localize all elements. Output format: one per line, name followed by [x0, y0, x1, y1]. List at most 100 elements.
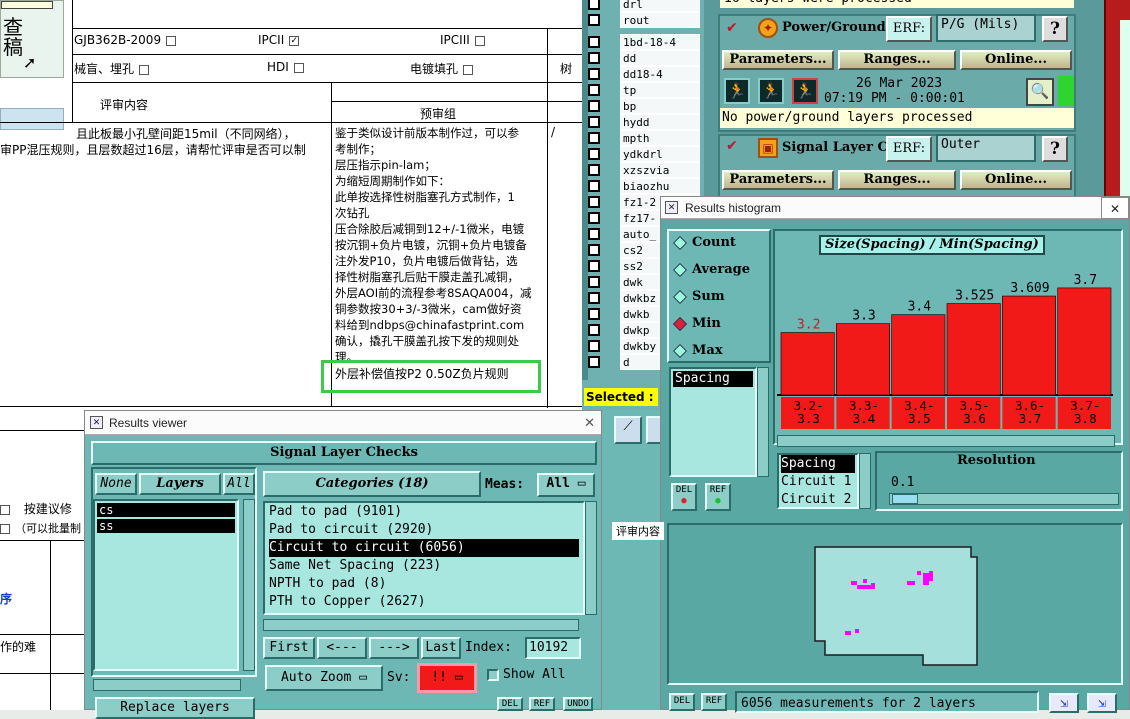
- layer-row[interactable]: mpth: [582, 130, 704, 146]
- layer-toggle[interactable]: [588, 324, 600, 336]
- del-button[interactable]: DEL: [497, 697, 523, 711]
- layer-name[interactable]: ydkdrl: [620, 146, 700, 162]
- layer-name[interactable]: dd18-4: [620, 66, 700, 82]
- categories-listbox[interactable]: Pad to pad (9101) Pad to circuit (2920) Ci…: [263, 501, 585, 615]
- layer-toggle[interactable]: [588, 148, 600, 160]
- meas-dropdown[interactable]: All ▭: [537, 473, 595, 497]
- layer-toggle[interactable]: [588, 14, 600, 26]
- pg-erf-button[interactable]: ERF:: [886, 16, 932, 42]
- layer-toggle[interactable]: [588, 68, 600, 80]
- layer-toggle[interactable]: [588, 308, 600, 320]
- type-item[interactable]: Spacing: [781, 455, 855, 473]
- hdi-checkbox[interactable]: [293, 62, 304, 73]
- category-item[interactable]: Pad to circuit (2920): [269, 521, 579, 539]
- categories-hscrollbar[interactable]: [263, 619, 579, 631]
- layer-toggle[interactable]: [588, 36, 600, 48]
- histogram-bar[interactable]: [946, 303, 1001, 396]
- layer-row[interactable]: drl: [582, 0, 704, 12]
- layer-toggle[interactable]: [588, 116, 600, 128]
- plating-fill-checkbox[interactable]: [463, 64, 474, 75]
- category-item[interactable]: Circuit to circuit (6056): [269, 539, 579, 557]
- export-icon-2[interactable]: ⇲: [1087, 693, 1117, 713]
- histogram-bar[interactable]: [1002, 295, 1056, 396]
- all-layers-button[interactable]: All: [223, 473, 255, 495]
- chart-hscrollbar[interactable]: [777, 435, 1115, 447]
- category-item[interactable]: PTH to Copper (2627): [269, 593, 579, 611]
- mode-count-radio[interactable]: Count: [672, 235, 736, 250]
- resolution-slider[interactable]: [889, 493, 1119, 505]
- layer-name[interactable]: drl: [620, 0, 700, 12]
- layer-toggle[interactable]: [588, 52, 600, 64]
- mode-average-radio[interactable]: Average: [672, 262, 750, 277]
- ipc3-checkbox[interactable]: [474, 35, 485, 46]
- none-button[interactable]: None: [95, 473, 137, 495]
- sig-online-button[interactable]: Online...: [960, 170, 1072, 190]
- layer-list-item[interactable]: ss: [97, 519, 235, 533]
- layer-row[interactable]: hydd: [582, 114, 704, 130]
- category-item[interactable]: Same Net Spacing (223): [269, 557, 579, 575]
- layer-toggle[interactable]: [588, 340, 600, 352]
- layer-toggle[interactable]: [588, 84, 600, 96]
- close-icon[interactable]: ✕: [584, 411, 595, 435]
- pg-ranges-button[interactable]: Ranges...: [838, 50, 956, 70]
- layer-toggle[interactable]: [588, 180, 600, 192]
- layers-hscrollbar[interactable]: [93, 679, 241, 691]
- layer-row[interactable]: xzszvia: [582, 162, 704, 178]
- export-icon-1[interactable]: ⇲: [1049, 693, 1079, 713]
- sig-erf-value[interactable]: Outer: [936, 134, 1036, 162]
- view-del-button[interactable]: DEL: [669, 693, 695, 711]
- sig-erf-button[interactable]: ERF:: [886, 136, 932, 162]
- layer-toggle[interactable]: [588, 196, 600, 208]
- layer-toggle[interactable]: [588, 244, 600, 256]
- layer-row[interactable]: rout: [582, 12, 704, 28]
- type-item[interactable]: Circuit 1: [781, 473, 855, 491]
- sig-help-button[interactable]: ?: [1042, 136, 1068, 162]
- close-icon[interactable]: ✕: [1101, 197, 1129, 219]
- next-button[interactable]: --->: [369, 637, 419, 659]
- layer-toggle[interactable]: [588, 228, 600, 240]
- layer-name[interactable]: hydd: [620, 114, 700, 130]
- layer-toggle[interactable]: [588, 260, 600, 272]
- layer-row[interactable]: dd18-4: [582, 66, 704, 82]
- layer-row[interactable]: bp: [582, 98, 704, 114]
- run-icon-2[interactable]: 🏃: [758, 78, 784, 104]
- layer-name[interactable]: dd: [620, 50, 700, 66]
- layer-toggle[interactable]: [588, 100, 600, 112]
- layer-toggle[interactable]: [588, 292, 600, 304]
- histogram-bar[interactable]: [1057, 287, 1112, 396]
- prev-button[interactable]: <---: [317, 637, 367, 659]
- suggest-checkbox[interactable]: [0, 504, 10, 515]
- pg-help-button[interactable]: ?: [1042, 16, 1068, 42]
- histogram-bar[interactable]: [780, 332, 835, 396]
- run-icon-1[interactable]: 🏃: [724, 78, 750, 104]
- layer-name[interactable]: biaozhu: [620, 178, 700, 194]
- show-all-checkbox[interactable]: [487, 669, 499, 681]
- measure-item[interactable]: Spacing: [673, 371, 753, 387]
- layer-name[interactable]: 1bd-18-4: [620, 34, 700, 50]
- hist-del-button[interactable]: DEL ●: [671, 483, 697, 511]
- layer-name[interactable]: bp: [620, 98, 700, 114]
- mode-min-radio[interactable]: Min: [672, 316, 721, 331]
- pg-online-button[interactable]: Online...: [960, 50, 1072, 70]
- type-item[interactable]: Circuit 2: [781, 491, 855, 509]
- layer-name[interactable]: tp: [620, 82, 700, 98]
- category-item[interactable]: Pad to pad (9101): [269, 503, 579, 521]
- histogram-bar[interactable]: [891, 314, 946, 396]
- run-icon-3[interactable]: 🏃: [792, 78, 818, 104]
- sig-parameters-button[interactable]: Parameters...: [722, 170, 834, 190]
- layers-scrollbar[interactable]: [243, 499, 255, 671]
- layer-toggle[interactable]: [588, 132, 600, 144]
- blind-via-checkbox[interactable]: [139, 64, 150, 75]
- layer-row[interactable]: dd: [582, 50, 704, 66]
- last-button[interactable]: Last: [421, 637, 461, 659]
- replace-layers-dropdown[interactable]: Replace layers: [95, 697, 255, 719]
- auto-zoom-dropdown[interactable]: Auto Zoom ▭: [265, 665, 383, 691]
- view-ref-button[interactable]: REF: [701, 693, 727, 711]
- histogram-bar[interactable]: [836, 323, 890, 396]
- layer-row[interactable]: biaozhu: [582, 178, 704, 194]
- mode-sum-radio[interactable]: Sum: [672, 289, 725, 304]
- undo-button[interactable]: UNDO: [563, 697, 593, 711]
- measure-tool-icon[interactable]: ⟋: [614, 416, 642, 444]
- layer-list-item[interactable]: cs: [97, 503, 235, 517]
- std-checkbox[interactable]: [166, 35, 177, 46]
